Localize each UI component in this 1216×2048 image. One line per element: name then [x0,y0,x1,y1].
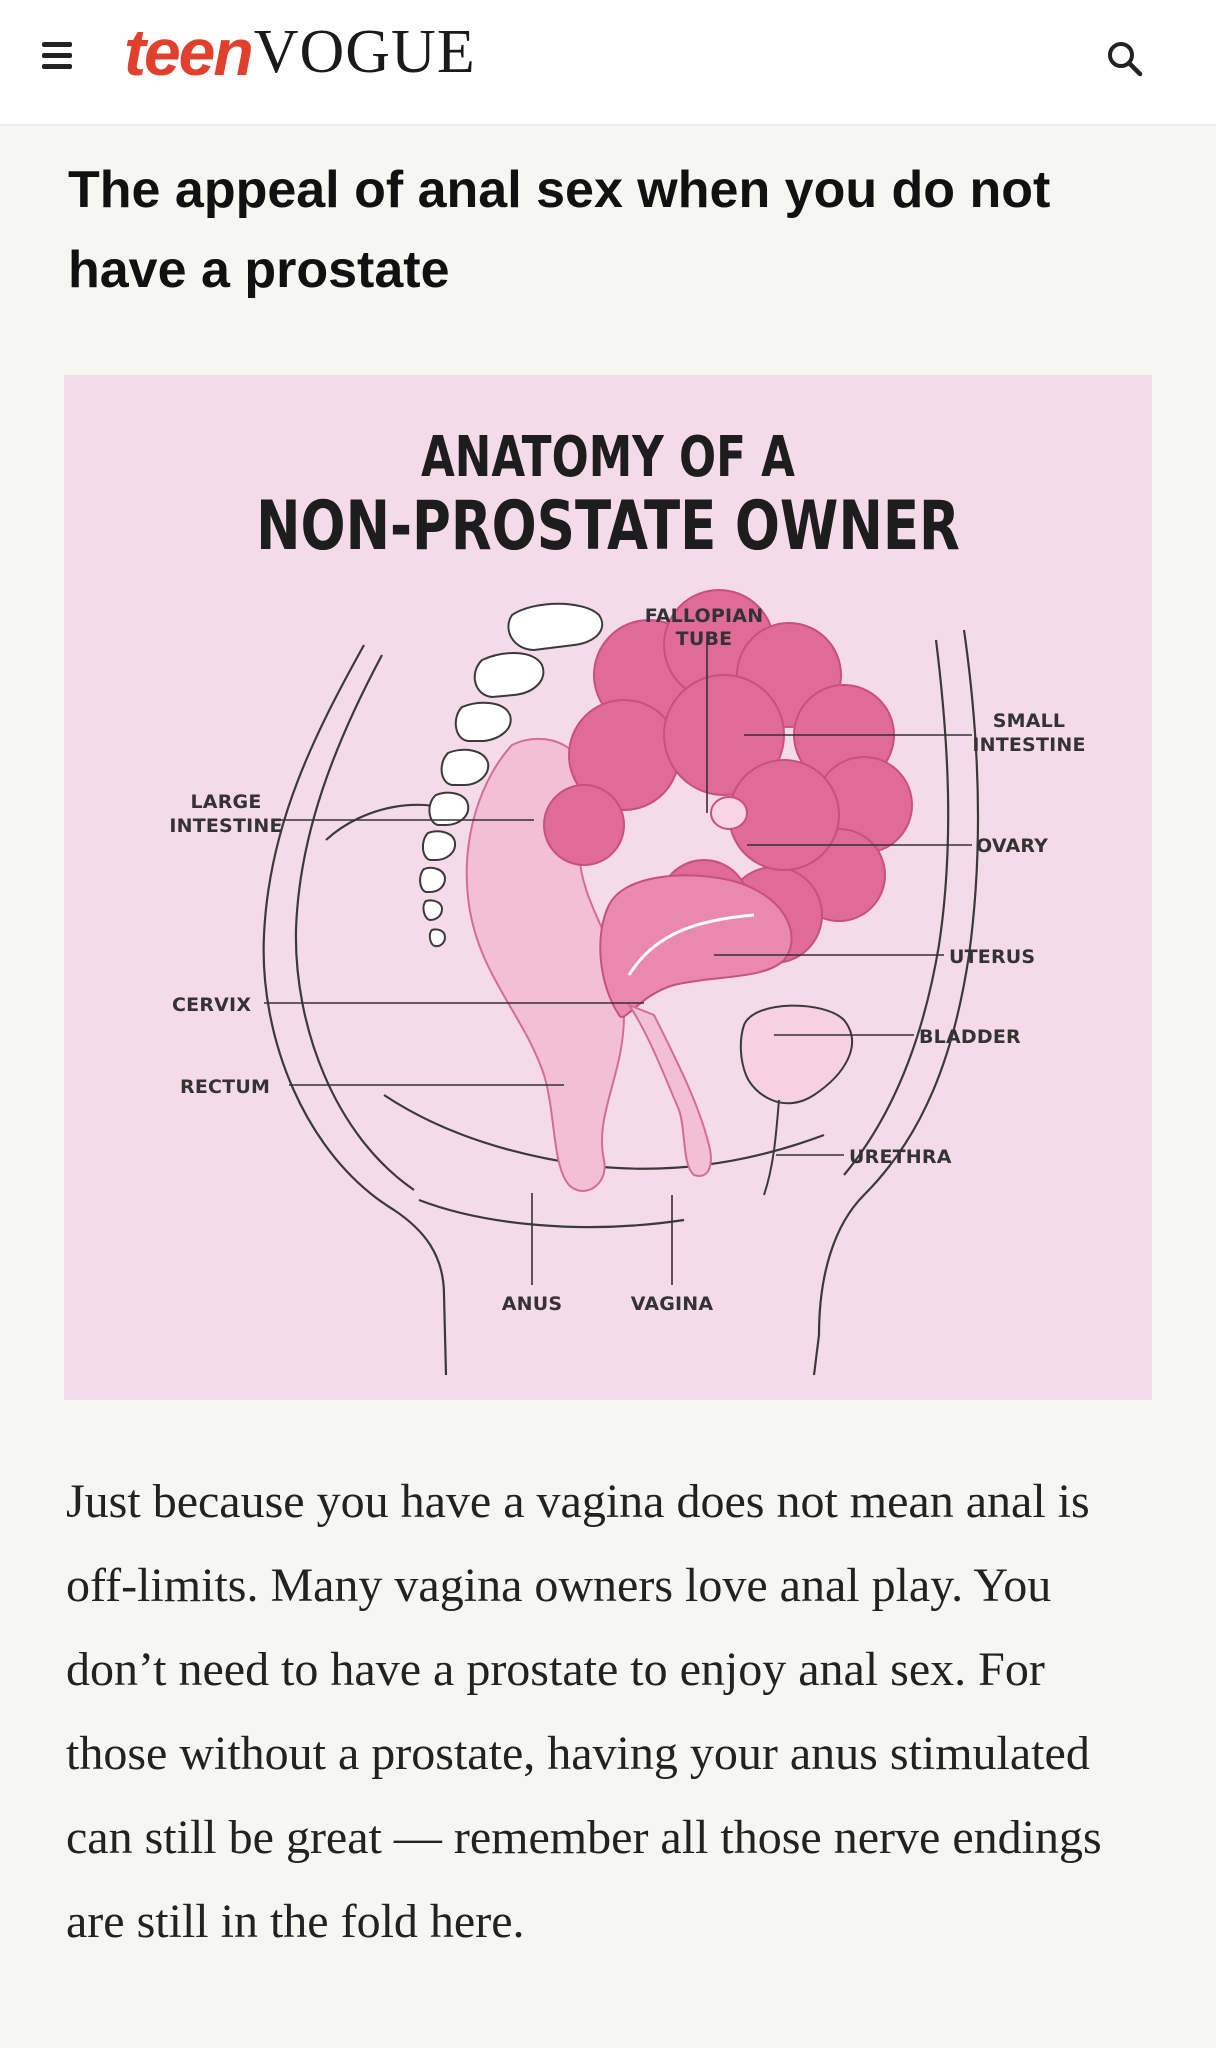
label-large-intestine-line1: LARGE [190,791,261,813]
label-anus: ANUS [502,1293,563,1315]
article-body: Just because you have a vagina does not … [66,1475,1102,1948]
label-large-intestine-line2: INTESTINE [169,815,282,837]
site-logo[interactable]: teenVOGUE [124,14,476,104]
label-vagina: VAGINA [631,1293,714,1315]
label-urethra: URETHRA [849,1146,952,1168]
article-headline: The appeal of anal sex when you do not h… [68,161,1051,299]
label-fallopian-tube-line2: TUBE [676,628,733,650]
label-uterus: UTERUS [949,946,1035,968]
uterus [599,874,793,1018]
search-icon[interactable] [1102,36,1148,82]
site-header: teenVOGUE [0,0,1216,126]
label-ovary: OVARY [976,835,1048,857]
vagina [626,1002,712,1177]
label-bladder: BLADDER [919,1026,1021,1048]
label-rectum: RECTUM [180,1076,270,1098]
label-small-intestine-line2: INTESTINE [972,734,1085,756]
label-fallopian-tube-line1: FALLOPIAN [645,605,764,627]
logo-teen-text: teen [124,15,254,89]
label-small-intestine-line1: SMALL [993,710,1066,732]
bladder [739,1004,854,1105]
ovary [710,796,748,830]
logo-vogue-text: VOGUE [253,17,476,86]
hamburger-menu-icon[interactable] [38,36,78,76]
label-cervix: CERVIX [172,994,251,1016]
anatomy-diagram: FALLOPIAN TUBE SMALL INTESTINE LARGE INT… [169,589,1085,1376]
anatomy-illustration: ANATOMY OF A NON-PROSTATE OWNER FALLOPIA… [64,375,1152,1400]
